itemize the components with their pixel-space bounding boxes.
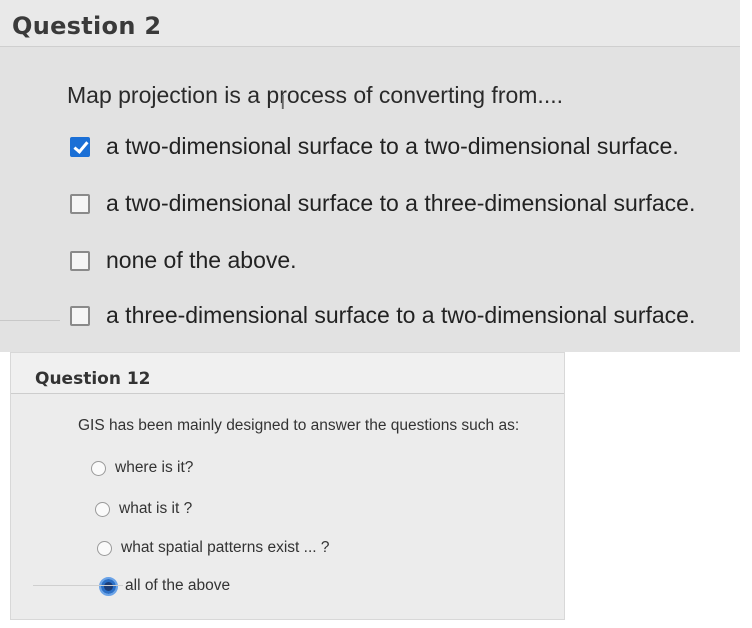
checkbox[interactable] — [70, 306, 90, 326]
q2-option-4-label[interactable]: a three-dimensional surface to a two-dim… — [106, 302, 695, 329]
question-12-header: Question 12 — [11, 353, 564, 394]
q2-option-1-label[interactable]: a two-dimensional surface to a two-dimen… — [106, 133, 679, 160]
question-2-header: Question 2 — [0, 0, 740, 47]
q12-option-4-label[interactable]: all of the above — [125, 577, 230, 595]
radio-button[interactable] — [95, 502, 110, 517]
q12-option-1-label[interactable]: where is it? — [115, 459, 193, 477]
question-12-panel: Question 12 GIS has been mainly designed… — [10, 352, 565, 620]
checkbox-checked[interactable] — [70, 137, 90, 157]
question-2-panel: Question 2 Map projection is a process o… — [0, 0, 740, 352]
q12-option-3-label[interactable]: what spatial patterns exist ... ? — [121, 539, 330, 557]
question-12-title: Question 12 — [35, 369, 151, 389]
text-cursor-icon: I — [280, 92, 286, 114]
q2-option-3-label[interactable]: none of the above. — [106, 247, 297, 274]
radio-button[interactable] — [97, 541, 112, 556]
divider — [33, 585, 123, 586]
divider — [0, 320, 60, 321]
q2-option-2-label[interactable]: a two-dimensional surface to a three-dim… — [106, 190, 695, 217]
q12-option-2-label[interactable]: what is it ? — [119, 500, 192, 518]
checkbox[interactable] — [70, 194, 90, 214]
radio-button[interactable] — [91, 461, 106, 476]
radio-button-selected[interactable] — [99, 577, 118, 596]
question-12-text: GIS has been mainly designed to answer t… — [78, 417, 520, 434]
question-2-title: Question 2 — [12, 12, 162, 40]
question-2-text: Map projection is a process of convertin… — [67, 82, 563, 108]
checkbox[interactable] — [70, 251, 90, 271]
